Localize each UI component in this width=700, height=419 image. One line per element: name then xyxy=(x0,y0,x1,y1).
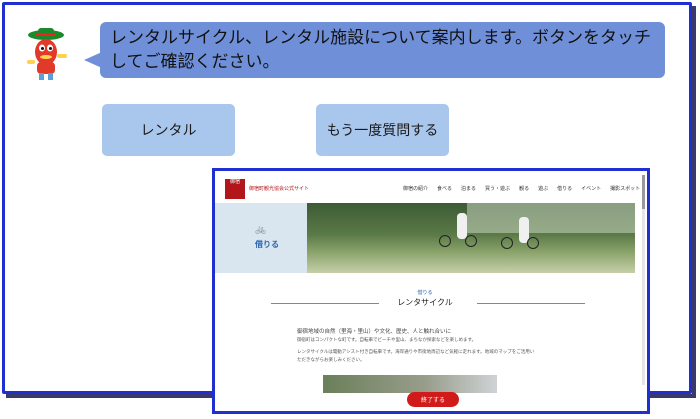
body-text: ただきながらお楽しみください。 xyxy=(297,358,365,363)
nav-item[interactable]: 買う・遊ぶ xyxy=(485,185,510,192)
site-header: 御宿 御宿町観光協会公式サイト 御宿の紹介 食べる 泊まる 買う・遊ぶ 観る 遊… xyxy=(215,171,647,203)
embedded-webpage: 御宿 御宿町観光協会公式サイト 御宿の紹介 食べる 泊まる 買う・遊ぶ 観る 遊… xyxy=(212,168,650,414)
site-logo[interactable]: 御宿 xyxy=(225,179,245,199)
speech-bubble: レンタルサイクル、レンタル施設について案内します。ボタンをタッチしてご確認くださ… xyxy=(100,22,665,78)
photo-sky xyxy=(467,203,635,233)
section-divider xyxy=(477,303,585,304)
nav-item[interactable]: 御宿の紹介 xyxy=(403,185,428,192)
bicycle-wheel xyxy=(465,235,477,247)
body-text: 御宿町はコンパクトな町です。自転車でビーチや里山、まちなか探索などを楽しめます。 xyxy=(297,338,477,343)
site-name[interactable]: 御宿町観光協会公式サイト xyxy=(249,185,309,192)
rider-figure xyxy=(457,213,467,239)
nav-item[interactable]: 借りる xyxy=(557,185,572,192)
nav-item[interactable]: 遊ぶ xyxy=(538,185,548,192)
body-text: レンタサイクルは電動アシスト付き自転車です。海岸通りや市街地周辺など気軽に走れま… xyxy=(297,350,535,355)
bicycle-wheel xyxy=(501,237,513,249)
nav-item[interactable]: 食べる xyxy=(437,185,452,192)
bicycle-icon: 🚲 xyxy=(255,225,267,235)
site-nav: 御宿の紹介 食べる 泊まる 買う・遊ぶ 観る 遊ぶ 借りる イベント 撮影スポッ… xyxy=(403,185,640,192)
mascot-icon xyxy=(27,28,67,80)
bicycle-wheel xyxy=(439,235,451,247)
bicycle-wheel xyxy=(527,237,539,249)
hero-label-panel: 🚲 借りる xyxy=(215,203,307,273)
page-scroll-thumb[interactable] xyxy=(642,175,645,209)
cycling-photo xyxy=(307,203,635,273)
end-button[interactable]: 終了する xyxy=(407,392,459,407)
hero-label: 借りる xyxy=(255,240,279,249)
nav-item[interactable]: 撮影スポット xyxy=(610,185,640,192)
nav-item[interactable]: 観る xyxy=(519,185,529,192)
section-kicker: 借りる xyxy=(417,290,433,296)
intro-text: 御宿地域の自然（里海・里山）や文化、歴史、人と触れ合いに xyxy=(297,329,452,335)
nav-item[interactable]: イベント xyxy=(581,185,601,192)
speech-text: レンタルサイクル、レンタル施設について案内します。ボタンをタッチしてご確認くださ… xyxy=(110,28,651,72)
rental-button[interactable]: レンタル xyxy=(102,104,235,156)
nav-item[interactable]: 泊まる xyxy=(461,185,476,192)
building-photo xyxy=(323,375,497,393)
ask-again-button[interactable]: もう一度質問する xyxy=(316,104,449,156)
hero-banner: 🚲 借りる xyxy=(215,203,635,273)
